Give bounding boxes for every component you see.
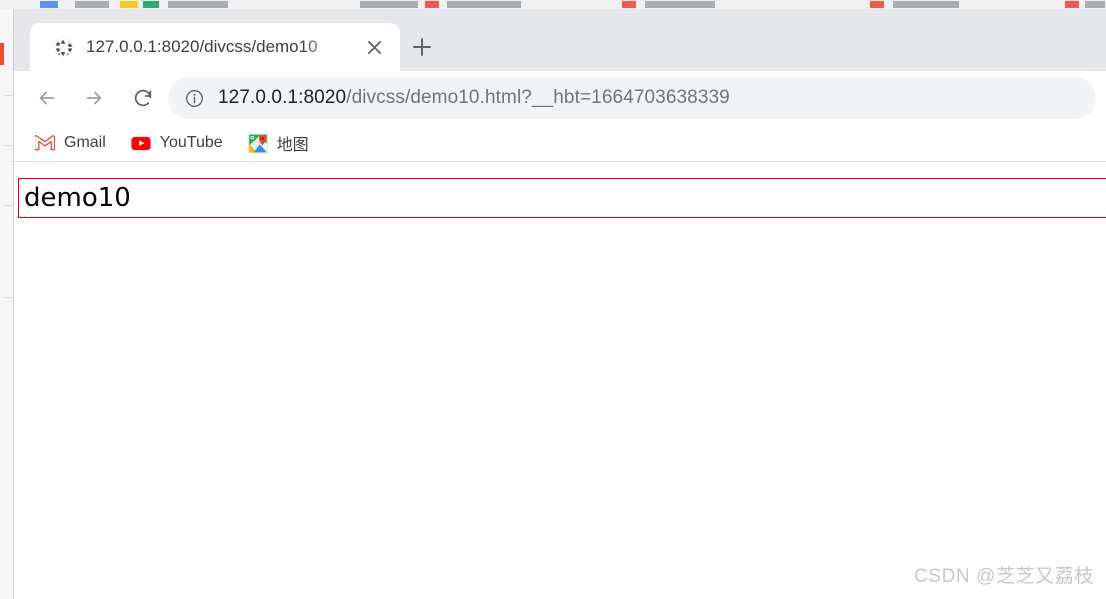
- browser-toolbar: 127.0.0.1:8020/divcss/demo10.html?__hbt=…: [14, 71, 1106, 125]
- bookmark-label: YouTube: [159, 134, 223, 151]
- info-circle-icon[interactable]: [184, 88, 204, 108]
- url-host: 127.0.0.1:8020: [218, 87, 347, 108]
- address-bar[interactable]: 127.0.0.1:8020/divcss/demo10.html?__hbt=…: [168, 77, 1096, 119]
- demo-bordered-box: demo10: [18, 178, 1106, 218]
- bookmarks-bar: Gmail YouTube 地图: [14, 125, 1106, 162]
- reload-button[interactable]: [123, 78, 163, 118]
- gmail-icon: [35, 133, 55, 153]
- google-maps-icon: [247, 133, 268, 153]
- new-tab-button[interactable]: [400, 25, 444, 69]
- csdn-watermark: CSDN @芝芝又荔枝: [913, 566, 1094, 587]
- tab-close-button[interactable]: [360, 33, 388, 61]
- back-button[interactable]: [27, 78, 67, 118]
- address-bar-url: 127.0.0.1:8020/divcss/demo10.html?__hbt=…: [218, 87, 730, 109]
- bookmark-label: Gmail: [64, 134, 106, 151]
- browser-window: 127.0.0.1:8020/divcss/demo10 127.0.0.1:8…: [14, 9, 1106, 599]
- page-viewport: demo10 CSDN @芝芝又荔枝: [14, 162, 1106, 599]
- tab-title: 127.0.0.1:8020/divcss/demo10: [86, 37, 318, 56]
- youtube-icon: [131, 133, 151, 153]
- screen-root: 127.0.0.1:8020/divcss/demo10 127.0.0.1:8…: [0, 0, 1106, 599]
- background-window-left-strip: [0, 9, 14, 599]
- url-path: /divcss/demo10.html?__hbt=1664703638339: [346, 87, 730, 108]
- bookmark-maps[interactable]: 地图: [239, 129, 318, 157]
- tab-strip: 127.0.0.1:8020/divcss/demo10: [14, 9, 1106, 71]
- background-accent-marker: [0, 43, 4, 65]
- globe-icon: [52, 36, 74, 58]
- demo-box-text: demo10: [24, 183, 131, 213]
- bookmark-gmail[interactable]: Gmail: [26, 129, 115, 157]
- bookmark-label: 地图: [276, 137, 309, 154]
- forward-button[interactable]: [74, 78, 114, 118]
- bookmark-youtube[interactable]: YouTube: [122, 129, 232, 157]
- browser-tab-active[interactable]: 127.0.0.1:8020/divcss/demo10: [30, 23, 400, 71]
